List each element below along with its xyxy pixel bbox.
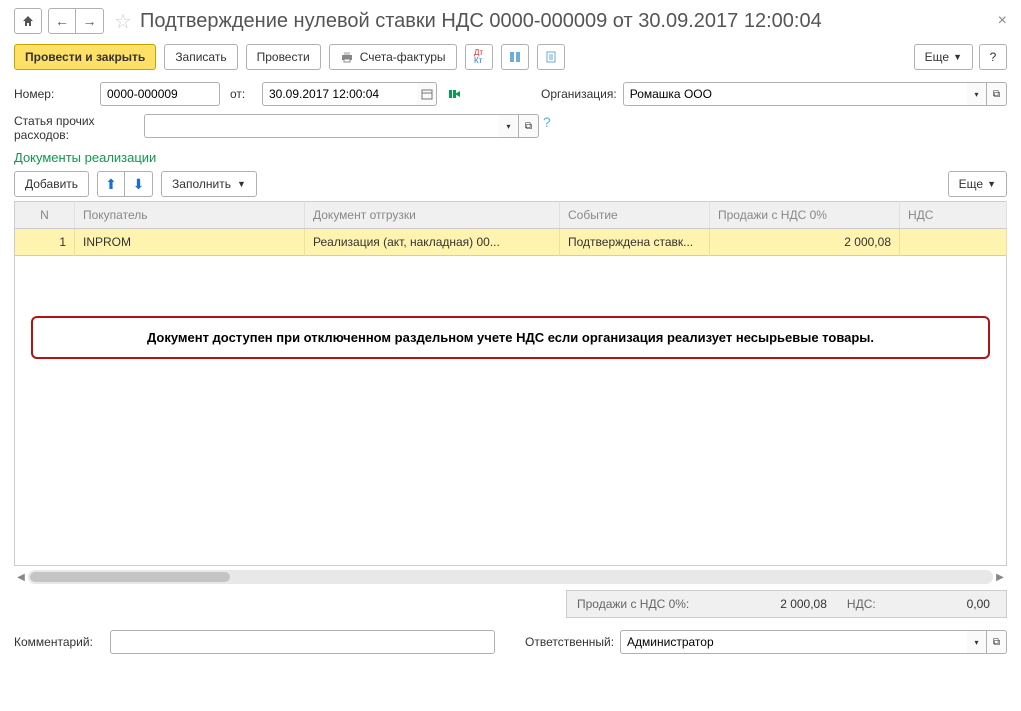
help-icon[interactable]: ? — [543, 114, 551, 130]
cell-buyer: INPROM — [75, 229, 305, 256]
arrow-right-icon: → — [83, 13, 97, 29]
date-input[interactable] — [262, 82, 417, 106]
star-icon[interactable]: ☆ — [114, 9, 132, 34]
chevron-down-icon: ▼ — [953, 52, 962, 62]
totals-vat-label: НДС: — [837, 597, 886, 611]
org-dropdown-button[interactable]: ▾ — [967, 82, 987, 106]
form-button[interactable] — [537, 44, 565, 70]
chevron-down-icon: ▾ — [974, 90, 978, 99]
more-button[interactable]: Еще ▼ — [914, 44, 973, 70]
comment-label: Комментарий: — [14, 635, 104, 649]
expense-open-button[interactable]: ⧉ — [519, 114, 539, 138]
chevron-down-icon: ▼ — [987, 179, 996, 189]
org-input[interactable] — [623, 82, 967, 106]
add-button[interactable]: Добавить — [14, 171, 89, 197]
section-title: Документы реализации — [14, 150, 1007, 165]
totals-sales-label: Продажи с НДС 0%: — [567, 597, 699, 611]
move-up-button[interactable]: ⬆ — [97, 171, 125, 197]
data-table: N Покупатель Документ отгрузки Событие П… — [14, 201, 1007, 256]
arrow-down-icon: ⬇ — [133, 176, 145, 193]
col-doc[interactable]: Документ отгрузки — [305, 202, 560, 229]
from-label: от: — [230, 87, 256, 101]
post-button[interactable]: Провести — [246, 44, 321, 70]
responsible-label: Ответственный: — [525, 635, 614, 649]
post-and-close-button[interactable]: Провести и закрыть — [14, 44, 156, 70]
open-icon: ⧉ — [993, 637, 1000, 648]
callout-message: Документ доступен при отключенном раздел… — [31, 316, 990, 359]
grid-more-button[interactable]: Еще ▼ — [948, 171, 1007, 197]
form-icon — [544, 50, 558, 64]
save-button[interactable]: Записать — [164, 44, 237, 70]
forward-button[interactable]: → — [76, 8, 104, 34]
col-event[interactable]: Событие — [560, 202, 710, 229]
col-sales[interactable]: Продажи с НДС 0% — [710, 202, 900, 229]
calendar-button[interactable] — [417, 82, 437, 106]
col-vat[interactable]: НДС — [900, 202, 1007, 229]
cell-event: Подтверждена ставк... — [560, 229, 710, 256]
invoice-button[interactable]: Счета-фактуры — [329, 44, 457, 70]
totals-sales-value: 2 000,08 — [770, 597, 837, 611]
printer-icon — [340, 50, 354, 64]
totals-vat-value: 0,00 — [957, 597, 1000, 611]
arrow-left-icon: ← — [55, 13, 69, 29]
horizontal-scrollbar[interactable]: ◀ ▶ — [14, 570, 1007, 584]
org-open-button[interactable]: ⧉ — [987, 82, 1007, 106]
grid-body: Документ доступен при отключенном раздел… — [14, 256, 1007, 566]
help-button[interactable]: ? — [979, 44, 1007, 70]
report-button[interactable] — [501, 44, 529, 70]
totals-bar: Продажи с НДС 0%: 2 000,08 НДС: 0,00 — [566, 590, 1007, 618]
org-label: Организация: — [541, 87, 617, 101]
expense-label-2: расходов: — [14, 128, 69, 142]
chevron-down-icon: ▼ — [237, 179, 246, 189]
open-icon: ⧉ — [525, 121, 532, 132]
cell-n: 1 — [15, 229, 75, 256]
chevron-down-icon: ▾ — [974, 638, 978, 647]
col-n[interactable]: N — [15, 202, 75, 229]
move-down-button[interactable]: ⬇ — [125, 171, 153, 197]
chevron-down-icon: ▾ — [506, 122, 510, 131]
comment-input[interactable] — [110, 630, 495, 654]
arrow-up-icon: ⬆ — [105, 176, 117, 193]
home-icon — [21, 14, 35, 28]
table-row[interactable]: 1 INPROM Реализация (акт, накладная) 00.… — [15, 229, 1007, 256]
cell-sales: 2 000,08 — [710, 229, 900, 256]
cell-doc: Реализация (акт, накладная) 00... — [305, 229, 560, 256]
responsible-dropdown-button[interactable]: ▾ — [967, 630, 987, 654]
cell-vat — [900, 229, 1007, 256]
open-icon: ⧉ — [993, 89, 1000, 100]
col-buyer[interactable]: Покупатель — [75, 202, 305, 229]
expense-input[interactable] — [144, 114, 499, 138]
scroll-right-icon: ▶ — [993, 572, 1007, 583]
report-icon — [508, 50, 522, 64]
number-input[interactable] — [100, 82, 220, 106]
back-button[interactable]: ← — [48, 8, 76, 34]
fill-button[interactable]: Заполнить ▼ — [161, 171, 257, 197]
scroll-left-icon: ◀ — [14, 572, 28, 583]
close-icon[interactable]: × — [998, 12, 1007, 30]
responsible-open-button[interactable]: ⧉ — [987, 630, 1007, 654]
page-title: Подтверждение нулевой ставки НДС 0000-00… — [140, 10, 990, 33]
home-button[interactable] — [14, 8, 42, 34]
expense-label: Статья прочих — [14, 114, 95, 128]
responsible-input[interactable] — [620, 630, 967, 654]
posted-icon — [447, 87, 461, 101]
dtkt-button[interactable]: ДтКт — [465, 44, 493, 70]
expense-dropdown-button[interactable]: ▾ — [499, 114, 519, 138]
dtkt-icon: ДтКт — [474, 49, 483, 65]
calendar-icon — [421, 88, 433, 100]
number-label: Номер: — [14, 87, 94, 101]
